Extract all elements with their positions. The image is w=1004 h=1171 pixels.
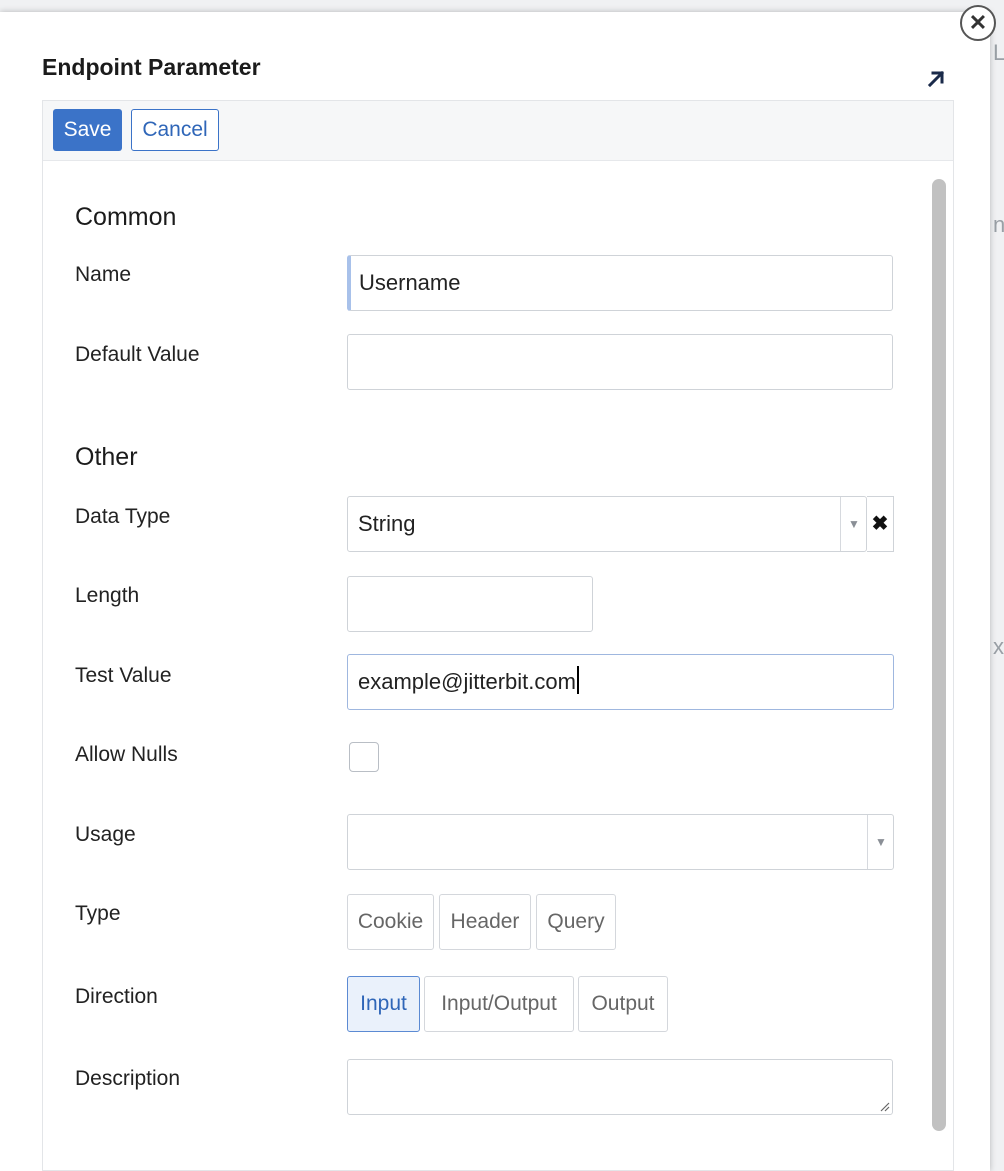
- data-type-selected-value: String: [358, 511, 416, 536]
- save-button[interactable]: Save: [53, 109, 122, 151]
- length-input[interactable]: [347, 576, 593, 632]
- endpoint-parameter-dialog: Endpoint Parameter Save Cancel Common Na…: [0, 12, 990, 1171]
- text-caret: [576, 666, 579, 694]
- direction-option-input-output[interactable]: Input/Output: [424, 976, 574, 1032]
- type-option-header[interactable]: Header: [439, 894, 531, 950]
- scrollbar-thumb[interactable]: [932, 179, 946, 1131]
- name-input-value: Username: [359, 270, 461, 295]
- data-type-label: Data Type: [75, 505, 171, 528]
- dialog-title: Endpoint Parameter: [42, 54, 261, 80]
- direction-label: Direction: [75, 985, 158, 1008]
- usage-select[interactable]: ▼: [347, 814, 894, 870]
- description-textarea[interactable]: [347, 1059, 893, 1115]
- allow-nulls-checkbox[interactable]: [349, 742, 379, 772]
- direction-option-input[interactable]: Input: [347, 976, 420, 1032]
- background-app-fragment: x: [993, 634, 1004, 659]
- type-option-cookie[interactable]: Cookie: [347, 894, 434, 950]
- test-value-input[interactable]: example@jitterbit.com: [347, 654, 894, 710]
- length-label: Length: [75, 584, 140, 607]
- chevron-down-icon[interactable]: ▼: [840, 497, 867, 551]
- test-value-input-value: example@jitterbit.com: [358, 669, 576, 694]
- direction-option-output[interactable]: Output: [578, 976, 668, 1032]
- allow-nulls-label: Allow Nulls: [75, 743, 178, 766]
- default-value-input[interactable]: [347, 334, 893, 390]
- section-heading-common: Common: [75, 203, 177, 231]
- resize-grip-icon[interactable]: [878, 1100, 890, 1112]
- section-heading-other: Other: [75, 443, 138, 471]
- clear-x-icon[interactable]: ✖: [867, 496, 894, 552]
- description-label: Description: [75, 1067, 181, 1090]
- close-icon[interactable]: ✕: [960, 5, 996, 41]
- type-label: Type: [75, 902, 121, 925]
- data-type-select[interactable]: String ▼ ✖: [347, 496, 894, 552]
- form-toolbar: Save Cancel: [43, 101, 953, 161]
- parameter-form-panel: Save Cancel Common Name Username Default…: [42, 100, 954, 1171]
- usage-label: Usage: [75, 823, 136, 846]
- default-value-label: Default Value: [75, 343, 200, 366]
- chevron-down-icon[interactable]: ▼: [867, 815, 894, 869]
- name-label: Name: [75, 263, 132, 286]
- background-app-fragment: L: [993, 40, 1004, 65]
- type-option-query[interactable]: Query: [536, 894, 616, 950]
- cancel-button[interactable]: Cancel: [131, 109, 219, 151]
- background-app-fragment: n: [993, 212, 1004, 237]
- name-input[interactable]: Username: [347, 255, 893, 311]
- popout-arrow-icon[interactable]: [924, 67, 948, 91]
- test-value-label: Test Value: [75, 664, 172, 687]
